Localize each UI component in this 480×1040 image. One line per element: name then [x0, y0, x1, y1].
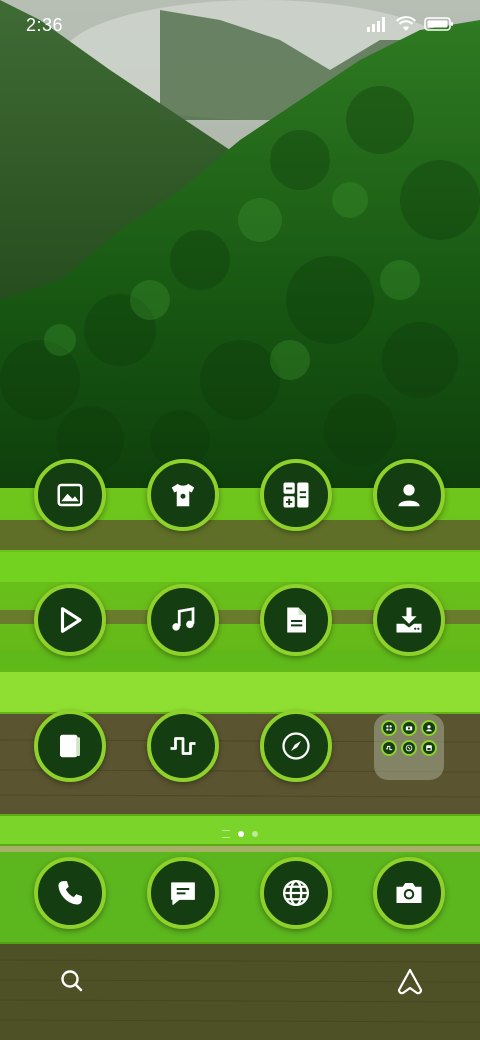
page-list-icon: [222, 830, 230, 838]
downloads-app[interactable]: [373, 584, 445, 656]
music-icon: [172, 607, 195, 631]
gallery-icon: [57, 483, 83, 507]
downloads-icon: [396, 607, 422, 633]
status-time: 2:36: [26, 15, 64, 35]
battery-icon: [424, 17, 453, 31]
browser-icon: [283, 880, 309, 906]
folder-app-5: [401, 740, 417, 756]
themes-app[interactable]: [147, 459, 219, 531]
assistant-icon[interactable]: [395, 966, 425, 996]
folder-app-4: [381, 740, 397, 756]
phone-icon: [58, 881, 82, 905]
folder-app-6: [421, 740, 437, 756]
notes-icon: [287, 607, 306, 633]
page-indicator: [0, 830, 480, 838]
save-icon: [426, 745, 432, 751]
activity-icon: [385, 745, 393, 751]
video-player-icon: [60, 607, 82, 633]
files-icon: [60, 734, 80, 758]
grid-icon: [386, 725, 392, 731]
calculator-app[interactable]: [260, 459, 332, 531]
compass-icon: [282, 732, 310, 760]
calculator-icon: [283, 482, 309, 508]
status-bar: 2:36: [0, 0, 480, 50]
folder-app-2: [401, 720, 417, 736]
browser-app[interactable]: [260, 857, 332, 929]
page-dot: [252, 831, 258, 837]
video-player-app[interactable]: [34, 584, 106, 656]
files-app[interactable]: [34, 710, 106, 782]
contacts-icon: [398, 484, 420, 507]
camera-icon: [396, 883, 422, 903]
compass-app[interactable]: [260, 710, 332, 782]
notes-app[interactable]: [260, 584, 332, 656]
messages-icon: [171, 882, 195, 905]
home-screen: 2:36: [0, 0, 480, 1040]
page-dot-active: [238, 831, 244, 837]
search-icon[interactable]: [57, 966, 87, 996]
gallery-app[interactable]: [34, 459, 106, 531]
themes-icon: [171, 483, 195, 507]
activity-icon: [170, 737, 196, 755]
folder-app-1: [381, 720, 397, 736]
app-folder[interactable]: [374, 714, 444, 780]
user-icon: [426, 725, 432, 732]
wifi-icon: [396, 16, 416, 31]
phone-icon: [405, 744, 413, 752]
folder-app-3: [421, 720, 437, 736]
status-icons: [366, 16, 454, 32]
messages-app[interactable]: [147, 857, 219, 929]
music-app[interactable]: [147, 584, 219, 656]
camera-app[interactable]: [373, 857, 445, 929]
activity-app[interactable]: [147, 710, 219, 782]
contacts-app[interactable]: [373, 459, 445, 531]
phone-app[interactable]: [34, 857, 106, 929]
camera-icon: [405, 726, 413, 731]
signal-icon: [367, 17, 385, 32]
